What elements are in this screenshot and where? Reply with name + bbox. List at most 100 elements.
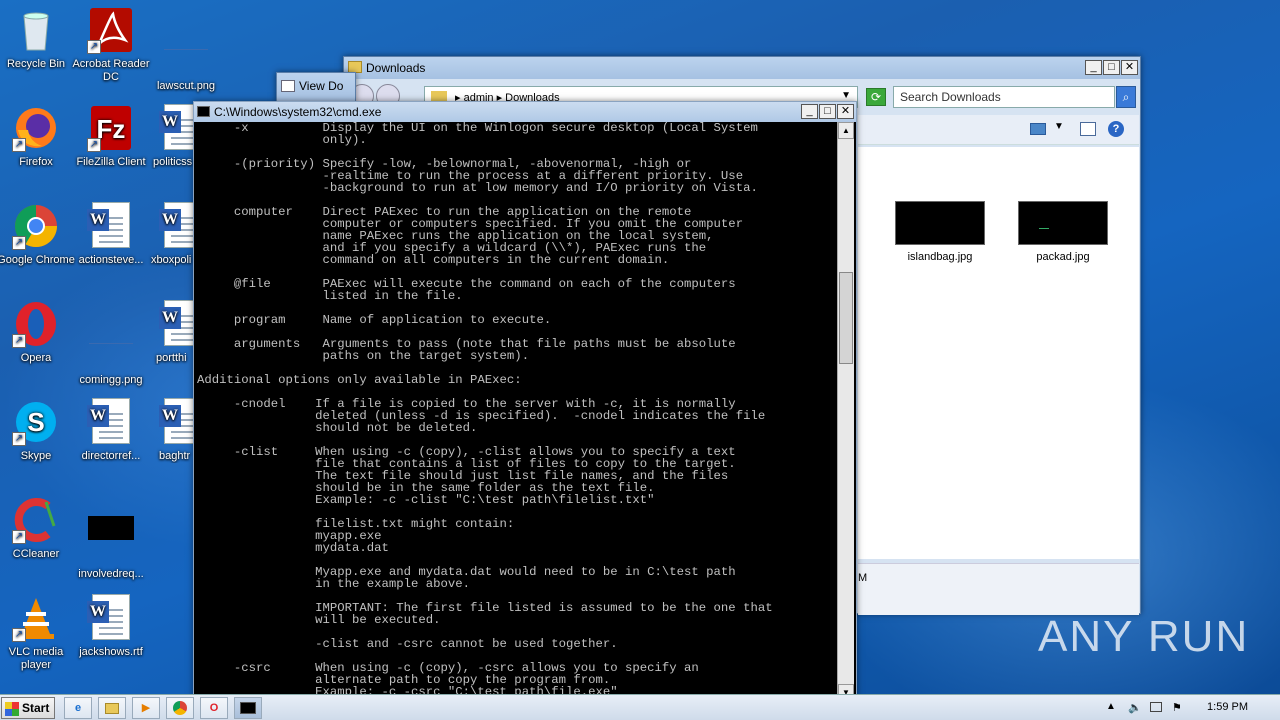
opera-icon: ↗ (12, 300, 60, 348)
desktop-icon-politicss[interactable]: W politicss (146, 104, 194, 169)
file-list[interactable]: islandbag.jpg packad.jpg (858, 147, 1139, 559)
explorer-toolbar: ▼ ? (858, 115, 1139, 145)
maximize-button[interactable]: □ (819, 104, 836, 119)
console-line: will be executed. (197, 613, 441, 627)
word-doc-icon: W (146, 202, 194, 250)
console-line: -clist and -csrc cannot be used together… (197, 637, 618, 651)
taskbar-explorer[interactable] (98, 697, 126, 719)
view-downloads-window[interactable]: View Do (276, 72, 356, 102)
cmd-titlebar[interactable]: C:\Windows\system32\cmd.exe _ □ ✕ (194, 102, 856, 122)
word-doc-icon: W (87, 594, 135, 642)
desktop-icon-involvedreq[interactable]: involvedreq... (71, 496, 151, 581)
scroll-up-button[interactable]: ▲ (838, 122, 854, 139)
desktop-icon-ccleaner[interactable]: ↗ CCleaner (0, 496, 76, 561)
volume-icon[interactable]: 🔈 (1128, 701, 1142, 714)
media-player-icon: ▶ (141, 702, 151, 714)
ccleaner-icon: ↗ (12, 496, 60, 544)
vlc-icon: ↗ (12, 594, 60, 642)
desktop-icon-portthi[interactable]: W portthi (146, 300, 194, 365)
cmd-title: C:\Windows\system32\cmd.exe (214, 105, 382, 119)
explorer-titlebar[interactable]: Downloads _ □ ✕ (344, 57, 1140, 79)
chevron-down-icon[interactable]: ▼ (841, 90, 851, 101)
flag-icon[interactable]: ⚑ (1172, 701, 1182, 714)
filezilla-icon: Fz ↗ (87, 104, 135, 152)
cmd-window[interactable]: C:\Windows\system32\cmd.exe _ □ ✕ -x Dis… (193, 101, 857, 701)
console-line: program Name of application to execute. (197, 313, 552, 327)
desktop-icon-vlc[interactable]: ↗ VLC media player (0, 594, 76, 672)
help-icon[interactable]: ? (1108, 121, 1124, 137)
desktop-icon-recycle-bin[interactable]: Recycle Bin (0, 6, 76, 71)
maximize-button[interactable]: □ (1103, 60, 1120, 75)
cmd-icon (240, 702, 256, 715)
clock[interactable]: 1:59 PM (1207, 701, 1248, 713)
console-output[interactable]: -x Display the UI on the Winlogon secure… (197, 122, 837, 701)
desktop-icon-chrome[interactable]: ↗ Google Chrome (0, 202, 76, 267)
desktop-icon-xboxpoli[interactable]: W xboxpoli (146, 202, 194, 267)
word-doc-icon: W (146, 398, 194, 446)
console-line: in the example above. (197, 577, 471, 591)
file-item[interactable]: islandbag.jpg (895, 201, 985, 263)
desktop-icon-baghtr[interactable]: W baghtr (146, 398, 194, 463)
chrome-icon (173, 701, 187, 716)
console-line: paths on the target system). (197, 349, 530, 363)
desktop-icon-firefox[interactable]: ↗ Firefox (0, 104, 76, 169)
show-hidden-icons[interactable]: ▲ (1106, 701, 1116, 712)
start-button[interactable]: Start (1, 697, 55, 719)
desktop-icon-filezilla[interactable]: Fz ↗ FileZilla Client (71, 104, 151, 169)
console-line: Example: -c -clist "C:\test path\filelis… (197, 493, 655, 507)
taskbar-chrome[interactable] (166, 697, 194, 719)
search-icon[interactable]: ⌕ (1116, 86, 1136, 108)
console-line: -background to run at low memory and I/O… (197, 181, 758, 195)
window-icon (281, 80, 295, 92)
minimize-button[interactable]: _ (801, 104, 818, 119)
taskbar-cmd[interactable] (234, 697, 262, 719)
skype-icon: S ↗ (12, 398, 60, 446)
preview-pane-icon[interactable] (1080, 122, 1096, 136)
view-icon[interactable] (1030, 123, 1046, 135)
scrollbar[interactable]: ▲ ▼ (837, 122, 854, 701)
desktop-icon-acrobat[interactable]: ↗ Acrobat Reader DC (71, 6, 151, 84)
image-icon (87, 322, 135, 370)
image-icon (162, 28, 210, 76)
system-tray: ▲ 🔈 ⚑ 1:59 PM (1100, 695, 1280, 720)
recycle-bin-icon (12, 6, 60, 54)
desktop-icon-skype[interactable]: S ↗ Skype (0, 398, 76, 463)
console-line: should not be deleted. (197, 421, 478, 435)
desktop-icon-comingg[interactable]: comingg.png (71, 300, 151, 387)
scroll-thumb[interactable] (839, 272, 853, 364)
desktop-icon-directorref[interactable]: W directorref... (71, 398, 151, 463)
ie-icon: e (74, 702, 82, 714)
anyrun-watermark: ANY RUN (1038, 612, 1250, 661)
taskbar-opera[interactable]: O (200, 697, 228, 719)
svg-text:S: S (27, 407, 44, 437)
desktop-icon-jackshows[interactable]: W jackshows.rtf (71, 594, 151, 659)
image-thumbnail (1018, 201, 1108, 245)
desktop-icon-lawscut[interactable]: lawscut.png (146, 6, 226, 93)
firefox-icon: ↗ (12, 104, 60, 152)
close-button[interactable]: ✕ (1121, 60, 1138, 75)
taskbar-media-player[interactable]: ▶ (132, 697, 160, 719)
search-input[interactable]: Search Downloads (893, 86, 1115, 108)
cmd-icon (197, 106, 210, 117)
windows-logo-icon (5, 702, 19, 716)
word-doc-icon: W (87, 398, 135, 446)
taskbar-ie[interactable]: e (64, 697, 92, 719)
close-button[interactable]: ✕ (837, 104, 854, 119)
desktop-icon-opera[interactable]: ↗ Opera (0, 300, 76, 365)
network-icon[interactable] (1150, 702, 1162, 712)
console-line: mydata.dat (197, 541, 389, 555)
file-item[interactable]: packad.jpg (1018, 201, 1108, 263)
console-line: command on all computers in the current … (197, 253, 670, 267)
opera-icon: O (209, 702, 219, 714)
word-doc-icon: W (146, 300, 194, 348)
taskbar: Start e ▶ O ▲ 🔈 ⚑ 1:59 PM (0, 694, 1280, 720)
explorer-icon (105, 702, 119, 714)
refresh-icon[interactable]: ⟳ (866, 88, 886, 106)
minimize-button[interactable]: _ (1085, 60, 1102, 75)
image-thumbnail (895, 201, 985, 245)
desktop-icon-actionsteve[interactable]: W actionsteve... (71, 202, 151, 267)
console-line: Additional options only available in PAE… (197, 373, 522, 387)
chevron-down-icon[interactable]: ▼ (1054, 121, 1064, 132)
details-pane: M (858, 563, 1139, 615)
image-icon (87, 516, 135, 564)
